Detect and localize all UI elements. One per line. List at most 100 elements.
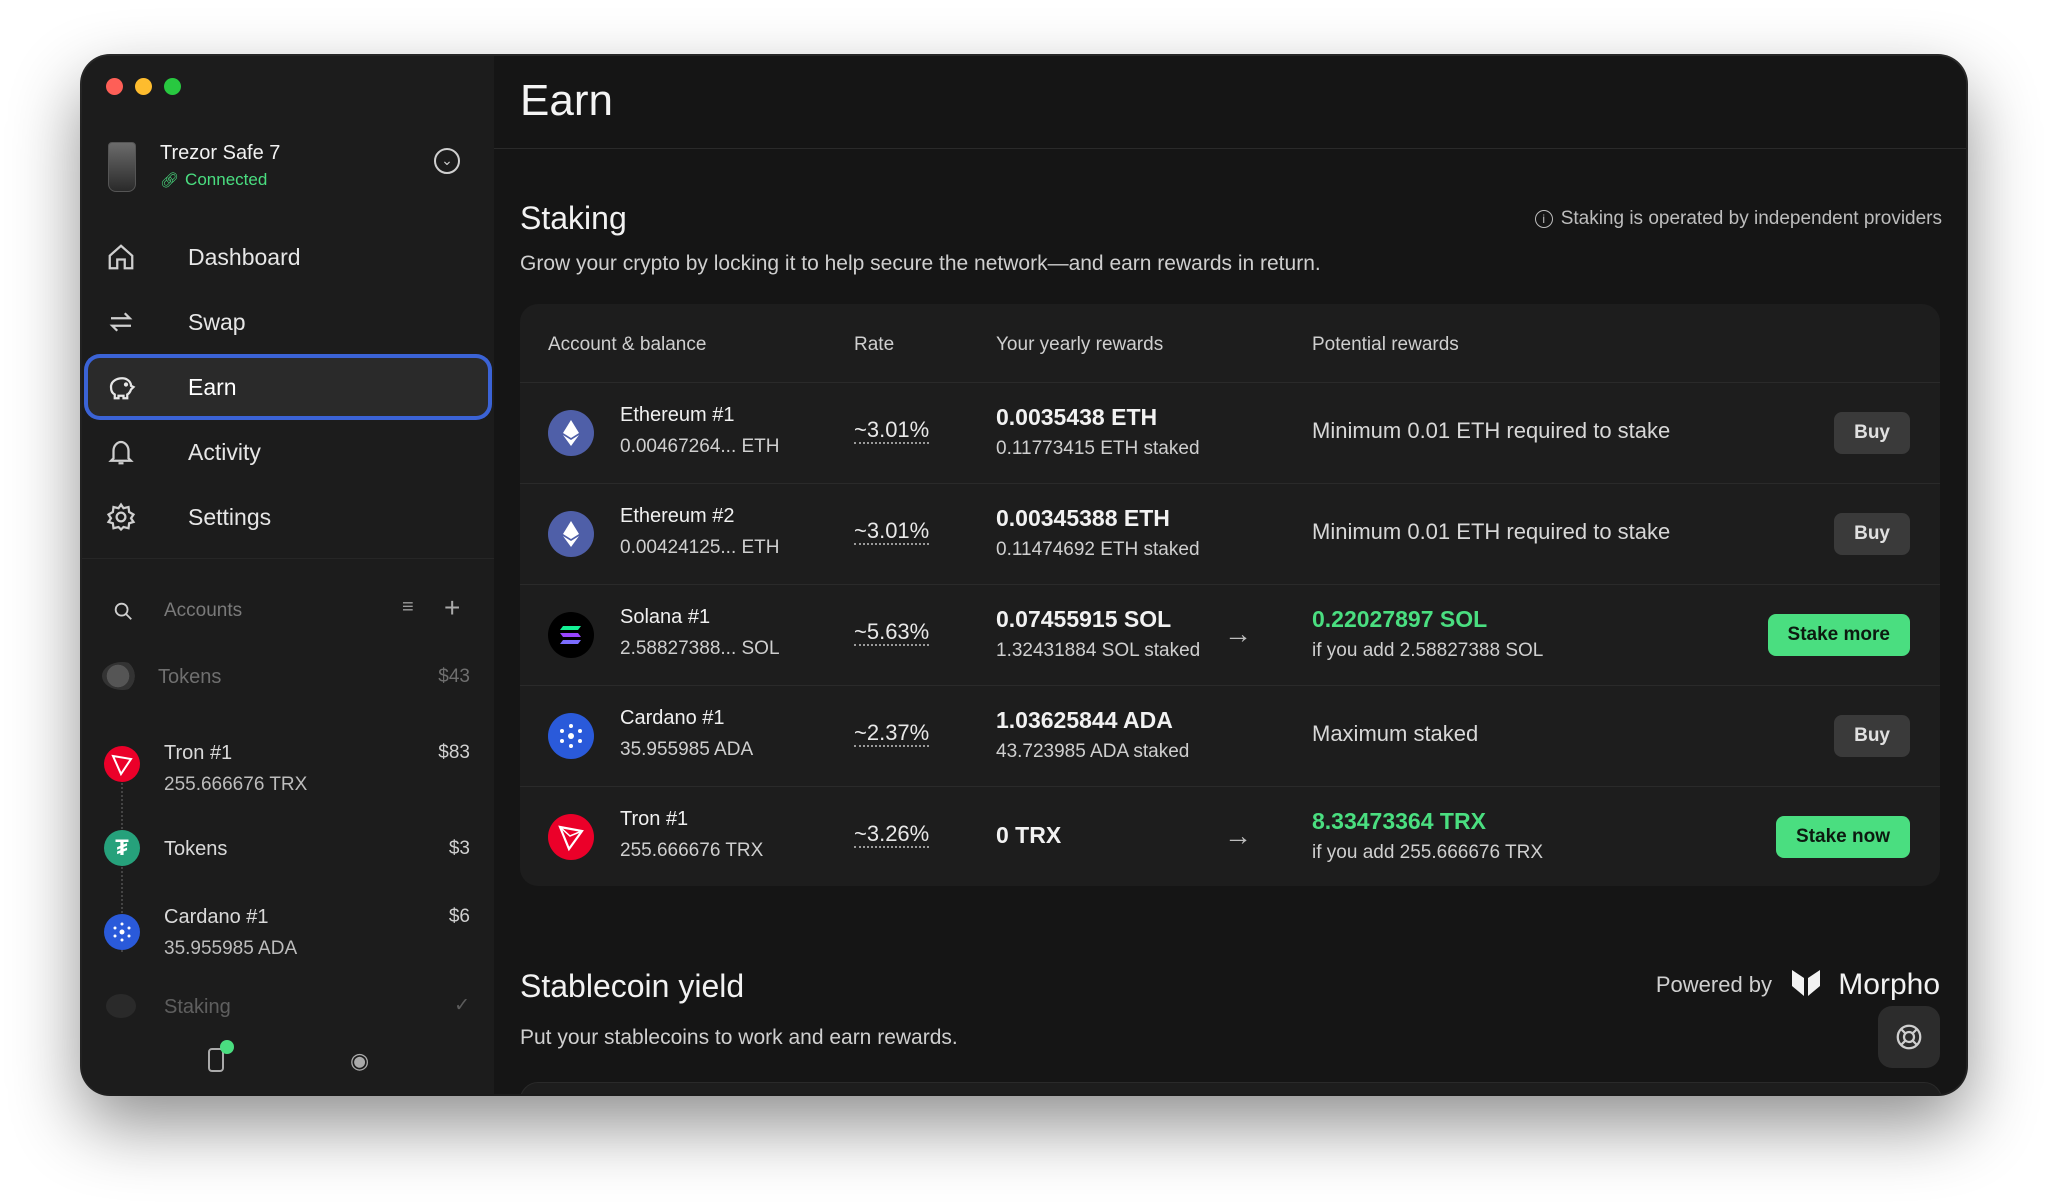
account-tron-1[interactable]: Tron #1 255.666676 TRX $83 — [82, 732, 494, 802]
rate[interactable]: ~3.01% — [854, 519, 930, 545]
potential-rewards-note: if you add 255.666676 TRX — [1312, 842, 1543, 863]
account-balance: 255.666676 TRX — [620, 840, 764, 861]
help-button[interactable] — [1878, 1006, 1940, 1068]
account-cardano-1[interactable]: Cardano #1 35.955985 ADA $6 — [82, 898, 494, 968]
staking-info-text: Staking is operated by independent provi… — [1560, 208, 1942, 229]
link-icon: 🔗︎ — [160, 172, 180, 189]
table-row[interactable]: Ethereum #1 0.00467264... ETH ~3.01% 0.0… — [520, 382, 1940, 484]
device-name: Trezor Safe 7 — [160, 142, 281, 164]
account-name: Tron #1 — [164, 742, 233, 764]
account-balance: 35.955985 ADA — [620, 739, 754, 760]
arrow-right-icon: → — [1224, 618, 1252, 649]
cardano-logo-icon — [560, 724, 582, 748]
cardano-logo-icon — [113, 922, 131, 942]
home-icon — [108, 244, 134, 270]
accounts-label: Accounts — [164, 600, 243, 621]
accounts-header: Accounts ≡ + — [82, 586, 494, 636]
potential-rewards: Minimum 0.01 ETH required to stake — [1312, 418, 1671, 443]
account-balance: 255.666676 TRX — [164, 774, 308, 795]
rate[interactable]: ~2.37% — [854, 721, 930, 747]
table-row[interactable]: Cardano #1 35.955985 ADA ~2.37% 1.036258… — [520, 685, 1940, 787]
tether-icon: ₮ — [104, 830, 140, 866]
powered-by: Powered by Morpho — [1656, 968, 1940, 1002]
buy-button[interactable]: Buy — [1834, 513, 1910, 555]
account-name: Ethereum #2 — [620, 505, 735, 527]
account-name: Tokens — [164, 838, 228, 860]
main-nav: Dashboard Swap Earn Activity Settings — [88, 228, 488, 553]
powered-by-label: Powered by — [1655, 972, 1773, 997]
yearly-rewards: 1.03625844 ADA — [996, 707, 1173, 733]
sidebar-bottom-bar: ◉ — [82, 1030, 494, 1094]
sidebar: Trezor Safe 7 🔗︎ Connected ⌄ Dashboard Sw… — [82, 56, 495, 1094]
gear-icon — [106, 502, 136, 532]
lifebuoy-icon — [1896, 1024, 1922, 1050]
potential-rewards: Maximum staked — [1312, 721, 1479, 746]
table-row[interactable]: Tron #1 255.666676 TRX ~3.26% 0 TRX → 8.… — [520, 786, 1940, 886]
staking-table: Account & balance Rate Your yearly rewar… — [520, 304, 1940, 886]
close-window-button[interactable] — [106, 78, 123, 95]
nav-item-activity[interactable]: Activity — [88, 423, 488, 481]
column-header: Account & balance — [548, 334, 707, 355]
account-name: Solana #1 — [620, 606, 711, 628]
account-tron-tokens[interactable]: ₮ Tokens $3 — [82, 826, 494, 876]
potential-rewards: 8.33473364 TRX — [1312, 808, 1486, 834]
buy-button[interactable]: Buy — [1834, 715, 1910, 757]
staking-icon — [106, 994, 136, 1018]
nav-item-earn[interactable]: Earn — [88, 358, 488, 416]
staked-amount: 0.11773415 ETH staked — [996, 438, 1200, 459]
maximize-window-button[interactable] — [164, 78, 181, 95]
staked-amount: 43.723985 ADA staked — [996, 741, 1190, 762]
stake-now-button[interactable]: Stake now — [1776, 816, 1910, 858]
morpho-logo-icon — [1792, 970, 1821, 996]
search-icon[interactable] — [112, 600, 134, 622]
yearly-rewards: 0.00345388 ETH — [996, 505, 1170, 531]
stablecoin-description: Put your stablecoins to work and earn re… — [520, 1026, 958, 1049]
table-header: Account & balance Rate Your yearly rewar… — [520, 304, 1940, 383]
account-staking[interactable]: Staking ✓ — [82, 994, 494, 1024]
table-row[interactable]: Solana #1 2.58827388... SOL ~5.63% 0.074… — [520, 584, 1940, 686]
potential-rewards: 0.22027897 SOL — [1312, 606, 1488, 632]
account-value: $83 — [438, 742, 470, 763]
add-account-icon[interactable]: + — [444, 592, 460, 624]
account-name: Ethereum #1 — [620, 404, 735, 426]
account-name: Tron #1 — [620, 808, 689, 830]
app-window: Trezor Safe 7 🔗︎ Connected ⌄ Dashboard Sw… — [82, 56, 1966, 1094]
main-content: Earn Staking i Staking is operated by ind… — [494, 56, 1966, 1094]
potential-rewards-note: if you add 2.58827388 SOL — [1312, 640, 1544, 661]
account-value: $43 — [438, 666, 470, 687]
stake-more-button[interactable]: Stake more — [1767, 614, 1910, 656]
yearly-rewards: 0.0035438 ETH — [996, 404, 1158, 430]
staking-info-note: i Staking is operated by independent prov… — [1534, 208, 1942, 230]
info-icon: i — [1534, 210, 1553, 228]
staking-description: Grow your crypto by locking it to help s… — [520, 252, 1321, 275]
rate[interactable]: ~3.01% — [854, 418, 930, 444]
rate[interactable]: ~3.26% — [854, 822, 930, 848]
tron-icon — [548, 814, 594, 860]
yearly-rewards: 0.07455915 SOL — [996, 606, 1172, 632]
nav-item-dashboard[interactable]: Dashboard — [88, 228, 488, 286]
stablecoin-title: Stablecoin yield — [520, 968, 745, 1004]
rate[interactable]: ~5.63% — [854, 620, 930, 646]
nav-item-swap[interactable]: Swap — [88, 293, 488, 351]
nav-item-settings[interactable]: Settings — [88, 488, 488, 546]
nav-label-earn: Earn — [188, 373, 237, 400]
minimize-window-button[interactable] — [135, 78, 152, 95]
morpho-brand: Morpho — [1838, 968, 1940, 1001]
yearly-rewards: 0 TRX — [996, 822, 1062, 848]
filter-icon[interactable]: ≡ — [402, 596, 414, 619]
table-row[interactable]: Ethereum #2 0.00424125... ETH ~3.01% 0.0… — [520, 483, 1940, 585]
account-balance: 0.00424125... ETH — [620, 537, 780, 558]
eye-icon[interactable]: ◉ — [350, 1048, 369, 1074]
connected-indicator — [220, 1040, 234, 1054]
page-title: Earn — [520, 76, 613, 125]
account-tokens-top[interactable]: Tokens $43 — [82, 656, 494, 706]
chevron-down-icon[interactable]: ⌄ — [434, 148, 460, 174]
cardano-icon — [104, 914, 140, 950]
account-value: $3 — [448, 838, 470, 859]
device-selector[interactable]: Trezor Safe 7 🔗︎ Connected ⌄ — [108, 138, 470, 204]
piggy-bank-icon — [109, 377, 136, 400]
nav-label-swap: Swap — [188, 308, 246, 335]
cardano-icon — [548, 713, 594, 759]
nav-label-activity: Activity — [188, 438, 261, 465]
buy-button[interactable]: Buy — [1834, 412, 1910, 454]
